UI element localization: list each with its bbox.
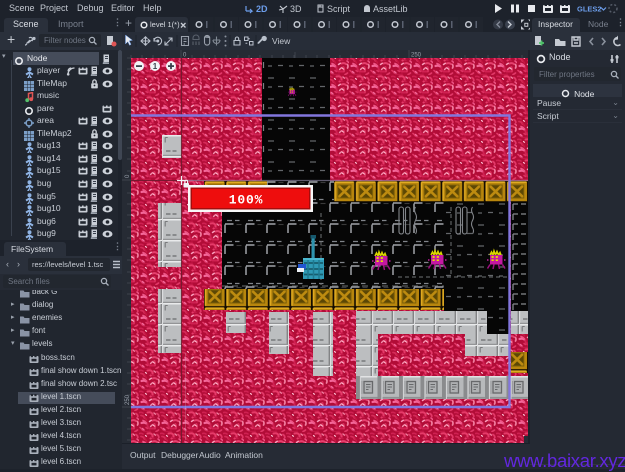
svg-text:Script: Script bbox=[327, 4, 351, 14]
svg-text:250: 250 bbox=[125, 394, 131, 405]
svg-text:GLES2: GLES2 bbox=[577, 5, 602, 14]
svg-text:250: 250 bbox=[411, 53, 422, 59]
svg-text:1: 1 bbox=[153, 62, 158, 71]
svg-text:3D: 3D bbox=[290, 4, 302, 14]
svg-text:100%: 100% bbox=[229, 193, 263, 208]
svg-text:AssetLib: AssetLib bbox=[373, 4, 408, 14]
svg-text:View: View bbox=[272, 36, 291, 46]
svg-text:2D: 2D bbox=[256, 4, 268, 14]
